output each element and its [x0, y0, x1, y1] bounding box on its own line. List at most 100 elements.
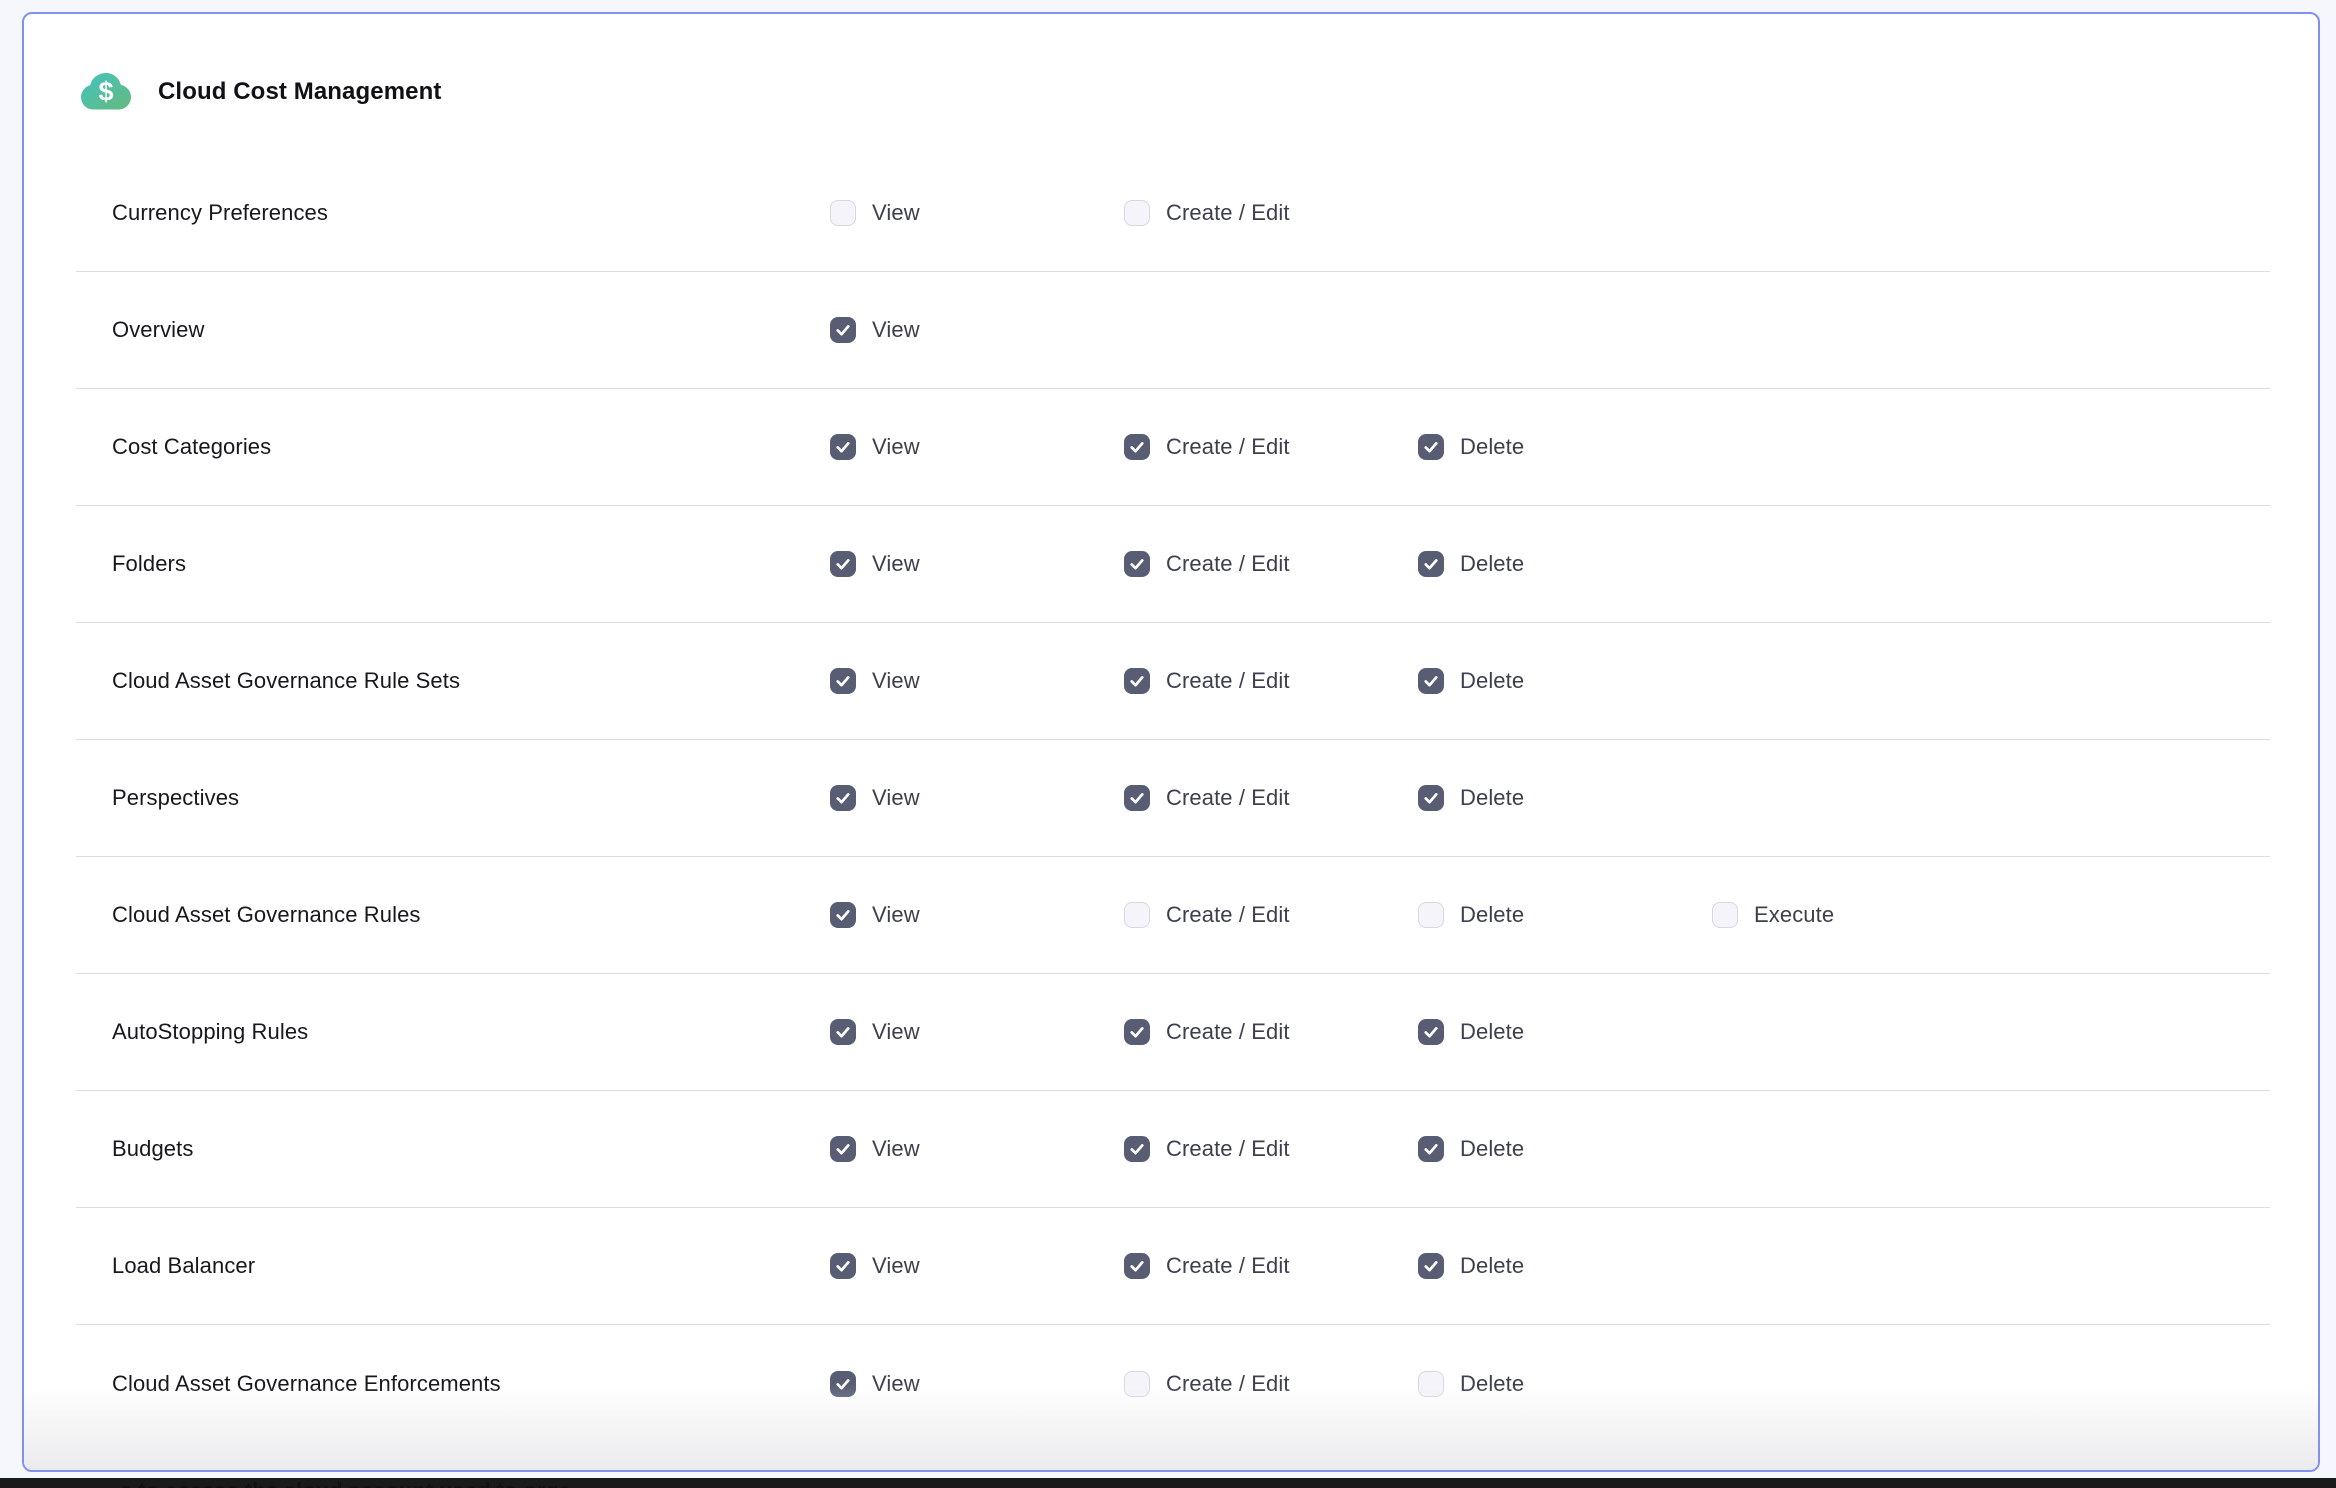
- permission-option[interactable]: Create / Edit: [1124, 1371, 1418, 1397]
- permission-cells: View Create / Edit: [830, 200, 1418, 226]
- permission-checkbox[interactable]: [1418, 785, 1444, 811]
- clipped-text: e to access the cloud account used to or…: [120, 1478, 571, 1488]
- permission-label: View: [872, 1253, 920, 1279]
- permission-option[interactable]: View: [830, 1019, 1124, 1045]
- permission-option[interactable]: Delete: [1418, 668, 1712, 694]
- permission-label: Create / Edit: [1166, 200, 1290, 226]
- permission-label: Delete: [1460, 1253, 1524, 1279]
- permission-checkbox[interactable]: [1124, 200, 1150, 226]
- permission-checkbox[interactable]: [830, 785, 856, 811]
- permission-option[interactable]: Delete: [1418, 902, 1712, 928]
- permission-checkbox[interactable]: [1418, 1253, 1444, 1279]
- permission-checkbox[interactable]: [1124, 668, 1150, 694]
- permission-cells: View Create / Edit Delete Execute: [830, 902, 2006, 928]
- permission-option[interactable]: Delete: [1418, 1371, 1712, 1397]
- permission-row: Currency Preferences View Create / Edit: [76, 155, 2270, 272]
- checkmark-icon: [1128, 1023, 1146, 1041]
- permission-option[interactable]: View: [830, 785, 1124, 811]
- permission-checkbox[interactable]: [1124, 902, 1150, 928]
- permission-checkbox[interactable]: [1124, 434, 1150, 460]
- permission-checkbox[interactable]: [1124, 1371, 1150, 1397]
- cloud-cost-management-permissions-card: $ Cloud Cost Management Currency Prefere…: [22, 12, 2320, 1472]
- permission-checkbox[interactable]: [830, 551, 856, 577]
- permission-label: Delete: [1460, 785, 1524, 811]
- permission-label: View: [872, 1371, 920, 1397]
- permission-checkbox[interactable]: [830, 668, 856, 694]
- permission-option[interactable]: View: [830, 1136, 1124, 1162]
- checkmark-icon: [1422, 672, 1440, 690]
- permission-option[interactable]: Delete: [1418, 434, 1712, 460]
- resource-label: Cloud Asset Governance Enforcements: [76, 1371, 830, 1397]
- permission-label: Delete: [1460, 434, 1524, 460]
- svg-text:$: $: [98, 76, 113, 106]
- permission-checkbox[interactable]: [1418, 551, 1444, 577]
- permission-label: View: [872, 668, 920, 694]
- permission-option[interactable]: View: [830, 668, 1124, 694]
- permission-row: Overview View: [76, 272, 2270, 389]
- checkmark-icon: [1422, 1140, 1440, 1158]
- checkmark-icon: [834, 321, 852, 339]
- permission-option[interactable]: Create / Edit: [1124, 1019, 1418, 1045]
- permission-option[interactable]: Create / Edit: [1124, 200, 1418, 226]
- permission-option[interactable]: View: [830, 1253, 1124, 1279]
- permission-checkbox[interactable]: [1418, 668, 1444, 694]
- permission-option[interactable]: Delete: [1418, 1253, 1712, 1279]
- checkmark-icon: [1422, 1023, 1440, 1041]
- permission-option[interactable]: Delete: [1418, 551, 1712, 577]
- permission-checkbox[interactable]: [1418, 1371, 1444, 1397]
- permission-checkbox[interactable]: [830, 1136, 856, 1162]
- permission-checkbox[interactable]: [1418, 434, 1444, 460]
- resource-label: Budgets: [76, 1136, 830, 1162]
- checkmark-icon: [834, 1023, 852, 1041]
- permission-option[interactable]: View: [830, 317, 1124, 343]
- permission-option[interactable]: View: [830, 200, 1124, 226]
- permission-label: Delete: [1460, 551, 1524, 577]
- permission-option[interactable]: Execute: [1712, 902, 2006, 928]
- permission-option[interactable]: Delete: [1418, 785, 1712, 811]
- checkmark-icon: [1128, 438, 1146, 456]
- permission-option[interactable]: Create / Edit: [1124, 1136, 1418, 1162]
- permission-checkbox[interactable]: [830, 1371, 856, 1397]
- permission-checkbox[interactable]: [1124, 1136, 1150, 1162]
- permission-option[interactable]: Create / Edit: [1124, 551, 1418, 577]
- permission-option[interactable]: Create / Edit: [1124, 668, 1418, 694]
- permission-label: Create / Edit: [1166, 668, 1290, 694]
- permission-label: Delete: [1460, 668, 1524, 694]
- permission-checkbox[interactable]: [830, 1019, 856, 1045]
- permission-option[interactable]: Create / Edit: [1124, 785, 1418, 811]
- permission-checkbox[interactable]: [830, 317, 856, 343]
- permission-checkbox[interactable]: [830, 200, 856, 226]
- permission-label: Create / Edit: [1166, 434, 1290, 460]
- permission-label: Delete: [1460, 1019, 1524, 1045]
- permission-row: Cloud Asset Governance Enforcements View…: [76, 1325, 2270, 1442]
- permission-option[interactable]: View: [830, 1371, 1124, 1397]
- permission-checkbox[interactable]: [830, 902, 856, 928]
- permission-label: View: [872, 551, 920, 577]
- permission-checkbox[interactable]: [830, 434, 856, 460]
- permission-label: Create / Edit: [1166, 1253, 1290, 1279]
- permission-checkbox[interactable]: [1124, 785, 1150, 811]
- permission-label: Create / Edit: [1166, 785, 1290, 811]
- permission-label: View: [872, 902, 920, 928]
- permission-checkbox[interactable]: [830, 1253, 856, 1279]
- permission-checkbox[interactable]: [1712, 902, 1738, 928]
- permission-checkbox[interactable]: [1418, 902, 1444, 928]
- permission-checkbox[interactable]: [1418, 1019, 1444, 1045]
- permission-checkbox[interactable]: [1124, 1253, 1150, 1279]
- permission-option[interactable]: Delete: [1418, 1019, 1712, 1045]
- permission-row: Cloud Asset Governance Rule Sets View Cr…: [76, 623, 2270, 740]
- permission-checkbox[interactable]: [1124, 1019, 1150, 1045]
- permission-option[interactable]: Create / Edit: [1124, 434, 1418, 460]
- permission-option[interactable]: View: [830, 902, 1124, 928]
- permission-option[interactable]: Delete: [1418, 1136, 1712, 1162]
- permission-cells: View Create / Edit Delete: [830, 1136, 1712, 1162]
- checkmark-icon: [1422, 1257, 1440, 1275]
- permission-option[interactable]: Create / Edit: [1124, 1253, 1418, 1279]
- permission-checkbox[interactable]: [1124, 551, 1150, 577]
- permission-cells: View Create / Edit Delete: [830, 668, 1712, 694]
- permission-option[interactable]: View: [830, 434, 1124, 460]
- permission-checkbox[interactable]: [1418, 1136, 1444, 1162]
- permission-option[interactable]: Create / Edit: [1124, 902, 1418, 928]
- permission-option[interactable]: View: [830, 551, 1124, 577]
- checkmark-icon: [834, 1375, 852, 1393]
